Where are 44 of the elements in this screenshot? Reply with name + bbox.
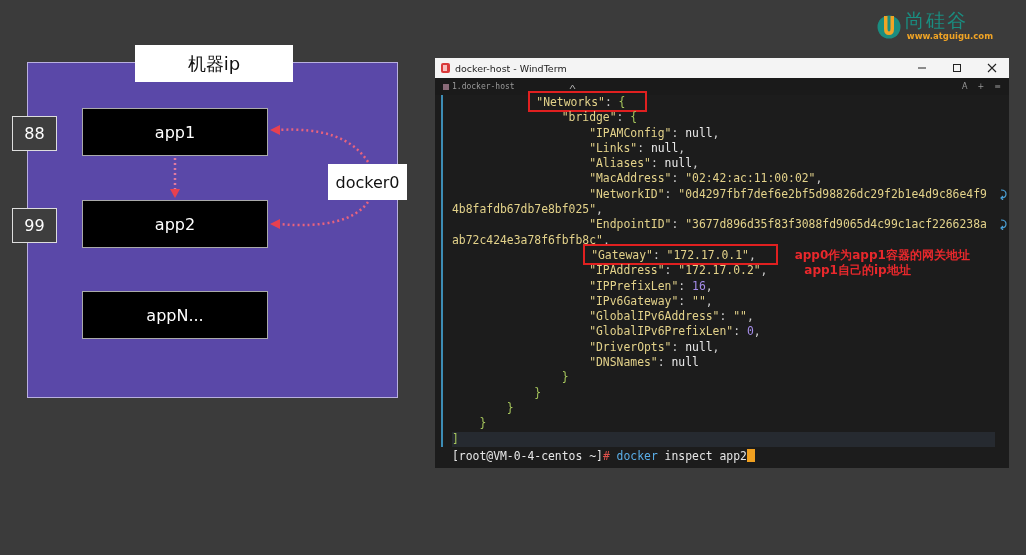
tab-action[interactable]: + (977, 82, 985, 91)
code-line: "MacAddress": "02:42:ac:11:00:02", (588, 171, 823, 186)
caret-icon[interactable] (568, 83, 576, 90)
terminal-tab[interactable]: 1.docker-host (443, 82, 515, 91)
port-label: 88 (12, 116, 57, 151)
code-line: "Aliases": null, (588, 156, 699, 171)
code-line: } (560, 370, 569, 385)
app-icon (441, 63, 450, 73)
code-line: "IPv6Gateway": "", (588, 293, 713, 308)
close-icon[interactable] (987, 63, 997, 73)
code-line: } (505, 400, 514, 415)
code-line: ] (452, 431, 459, 446)
code-line: "DriverOpts": null, (588, 339, 720, 354)
logo-url: www.atguigu.com (906, 31, 993, 41)
tab-action[interactable]: A (962, 82, 968, 91)
code-line: "GlobalIPv6Address": "", (588, 309, 754, 324)
bridge-node: docker0 (328, 164, 407, 200)
command-line[interactable]: [root@VM-0-4-centos ~]# docker inspect app2 (452, 447, 747, 464)
code-line: "Links": null, (588, 140, 686, 155)
code-line: "NetworkID": "0d4297fbf7def6e2bf5d98826dc29f2b1e4d9c86e4f9 (588, 186, 987, 201)
code-line: "IPPrefixLen": 16, (588, 278, 713, 293)
tab-icon (443, 83, 449, 90)
code-line: } (533, 385, 542, 400)
app-node: app2 (82, 200, 268, 248)
maximize-icon[interactable] (952, 63, 962, 73)
code-line: "IPAMConfig": null, (588, 125, 720, 140)
code-line: } (478, 416, 487, 431)
app-node: app1 (82, 108, 268, 156)
window-title: docker-host - WindTerm (455, 62, 567, 74)
app-node: appN... (82, 291, 268, 339)
annotation-text: app0作为app1容器的网关地址 (794, 247, 970, 262)
highlighted-code: "Networks": { (528, 91, 648, 112)
tab-action[interactable]: ≡ (994, 82, 1001, 91)
logo-name: 尚硅谷 (904, 9, 968, 31)
dotted-arrow (170, 158, 180, 198)
code-line: "GlobalIPv6PrefixLen": 0, (588, 324, 761, 339)
annotation-text: app1自己的ip地址 (804, 263, 911, 278)
code-line: "bridge": { (560, 110, 638, 125)
code-line: 4b8fafdb67db7e8bf025", (452, 202, 603, 217)
machine-title: 机器ip (135, 45, 293, 82)
code-line: "IPAddress": "172.17.0.2", (588, 263, 768, 278)
code-line: "DNSNames": null (588, 355, 699, 370)
code-line: "EndpointID": "3677d896d35f83f3088fd9065d4c99c1acf2266238a (588, 217, 987, 232)
port-label: 99 (12, 208, 57, 243)
